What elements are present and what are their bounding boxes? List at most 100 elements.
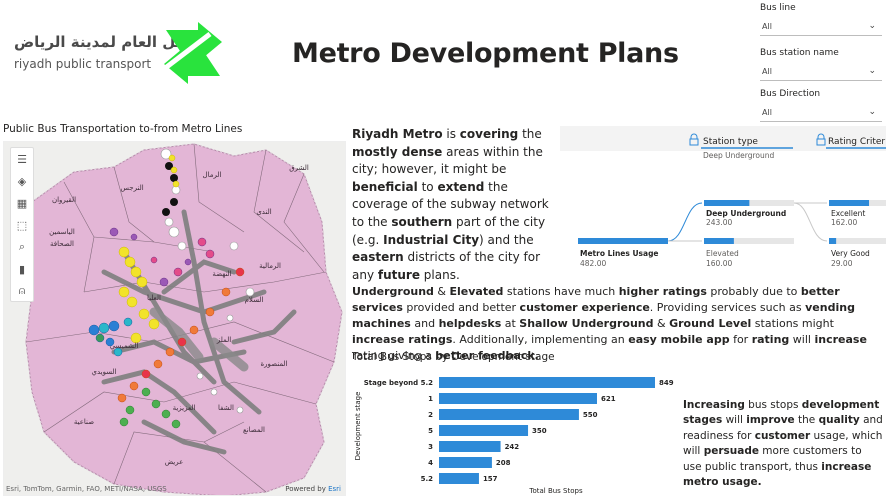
menu-icon[interactable]: ☰: [11, 148, 33, 170]
node-label: Elevated: [706, 249, 739, 258]
tree-node-excellent[interactable]: Excellent 162.00: [829, 200, 886, 227]
map-toolbar: ☰ ◈ ▦ ⬚ ⌕ ▮ ⍝: [10, 147, 34, 302]
text-bold: covering: [459, 127, 519, 141]
column-title: Rating Criter: [828, 137, 885, 147]
district-label: القيروان: [52, 196, 76, 204]
slicer-value: All: [762, 108, 772, 117]
category-label: 3: [428, 443, 433, 451]
map-powered-by[interactable]: Powered by Esri: [285, 485, 341, 493]
text-bold: customer experience: [519, 301, 650, 314]
text-bold: helpdesks: [438, 317, 502, 330]
bus-direction-dropdown[interactable]: All ⌄: [760, 104, 882, 122]
text: ) and the: [479, 232, 534, 247]
bus-station-name-slicer[interactable]: Bus station name All ⌄: [760, 48, 882, 81]
text-bold: eastern: [352, 250, 404, 265]
node-bar: [829, 238, 837, 244]
district-label: العزيزية: [173, 404, 196, 412]
column-rating-criteria[interactable]: Rating Criter: [816, 133, 886, 149]
search-icon[interactable]: ⌕: [11, 236, 33, 258]
map-attribution: Esri, TomTom, Garmin, FAO, METI/NASA, US…: [6, 485, 167, 493]
text-bold: improve: [746, 414, 795, 427]
text-bold: rating: [751, 333, 790, 346]
tree-node-deep-underground[interactable]: Deep Underground 243.00: [704, 200, 794, 227]
text: &: [433, 285, 450, 298]
text: to: [417, 179, 438, 194]
qr-icon[interactable]: ▦: [11, 192, 33, 214]
bar[interactable]: [439, 425, 529, 436]
node-value: 482.00: [580, 259, 606, 268]
text-bold: extend: [437, 179, 485, 194]
text: is: [442, 127, 460, 141]
text: bus stops: [744, 399, 802, 411]
bus-metro-map[interactable]: الشرق الرمال النرجس القيروان الندى الياس…: [3, 141, 346, 496]
logo-arrows-icon: [160, 22, 222, 84]
bus-direction-slicer[interactable]: Bus Direction All ⌄: [760, 89, 882, 122]
bar-chart-icon[interactable]: ▮: [11, 258, 33, 280]
category-label: Stage beyond 5.2: [364, 379, 433, 387]
district-label: الملز: [216, 336, 231, 344]
category-label: 4: [428, 459, 433, 467]
text: . Providing services such as: [649, 301, 806, 314]
slicer-label: Bus station name: [760, 48, 839, 58]
text: the: [794, 414, 819, 427]
text-bold: easy mobile app: [628, 333, 730, 346]
district-label: السلام: [245, 296, 264, 304]
x-axis-label: Total Bus Stops: [528, 487, 583, 495]
text: stations have much: [503, 285, 619, 298]
map-canvas[interactable]: الشرق الرمال النرجس القيروان الندى الياس…: [4, 142, 346, 496]
decomposition-tree-canvas: Station type Deep Underground Rating Cri…: [578, 133, 886, 268]
bus-line-dropdown[interactable]: All ⌄: [760, 18, 882, 36]
node-label: Metro Lines Usage: [580, 249, 659, 258]
district-label: الصحافة: [50, 240, 74, 248]
node-label: Deep Underground: [706, 209, 786, 218]
slicer-label: Bus Direction: [760, 89, 821, 99]
text-bold: Ground Level: [669, 317, 752, 330]
text-bold: Shallow Underground: [519, 317, 654, 330]
text: and: [410, 317, 439, 330]
text: probably due to: [706, 285, 801, 298]
category-label: 5.2: [421, 475, 434, 483]
tree-link: [793, 202, 828, 242]
chevron-down-icon: ⌄: [868, 66, 876, 76]
data-label: 550: [583, 411, 598, 419]
person-icon[interactable]: ⍝: [11, 280, 33, 302]
lock-icon: [690, 133, 698, 140]
district-label: الشفا: [218, 404, 234, 412]
column-station-type[interactable]: Station type Deep Underground: [689, 133, 793, 160]
development-stage-text: Increasing bus stops development stages …: [683, 398, 883, 490]
bar[interactable]: [439, 473, 479, 484]
node-bar: [704, 238, 734, 244]
bar[interactable]: [439, 457, 492, 468]
esri-link[interactable]: Esri: [328, 485, 341, 493]
text: provided and better: [402, 301, 520, 314]
bar[interactable]: [439, 377, 655, 388]
layers-icon[interactable]: ◈: [11, 170, 33, 192]
metro-coverage-text: Riyadh Metro is covering the mostly dens…: [352, 126, 557, 284]
tree-node-root[interactable]: Metro Lines Usage 482.00: [578, 238, 668, 268]
tree-node-elevated[interactable]: Elevated 160.00: [704, 238, 794, 268]
node-value: 160.00: [706, 259, 732, 268]
tree-node-very-good[interactable]: Very Good 29.00: [829, 238, 886, 268]
text-bold: beneficial: [352, 179, 418, 194]
decomposition-tree[interactable]: Station type Deep Underground Rating Cri…: [560, 126, 886, 276]
y-axis-label: Development stage: [354, 392, 362, 461]
district-label: النهضة: [212, 270, 231, 278]
bar[interactable]: [439, 393, 597, 404]
select-icon[interactable]: ⬚: [11, 214, 33, 236]
text-bold: Increasing: [683, 399, 745, 411]
data-label: 621: [601, 395, 616, 403]
category-label: 1: [428, 395, 433, 403]
chart-title: Total Bus Stops by Development stage: [352, 351, 555, 363]
district-label: المنصورة: [261, 360, 288, 368]
text: plans.: [419, 267, 460, 282]
node-value: 243.00: [706, 218, 732, 227]
district-label: الشرق: [289, 164, 309, 172]
powered-by-prefix: Powered by: [285, 485, 329, 493]
bar[interactable]: [439, 409, 579, 420]
bus-stops-bar-chart[interactable]: Stage beyond 5.2 849 1 621 2 550 5 350 3 242 4 208 5…: [350, 368, 680, 496]
bus-station-name-dropdown[interactable]: All ⌄: [760, 63, 882, 81]
bus-line-slicer[interactable]: Bus line All ⌄: [760, 3, 882, 36]
district-label: العليا: [147, 294, 161, 302]
bar[interactable]: [439, 441, 501, 452]
district-label: صناعية: [74, 418, 94, 426]
